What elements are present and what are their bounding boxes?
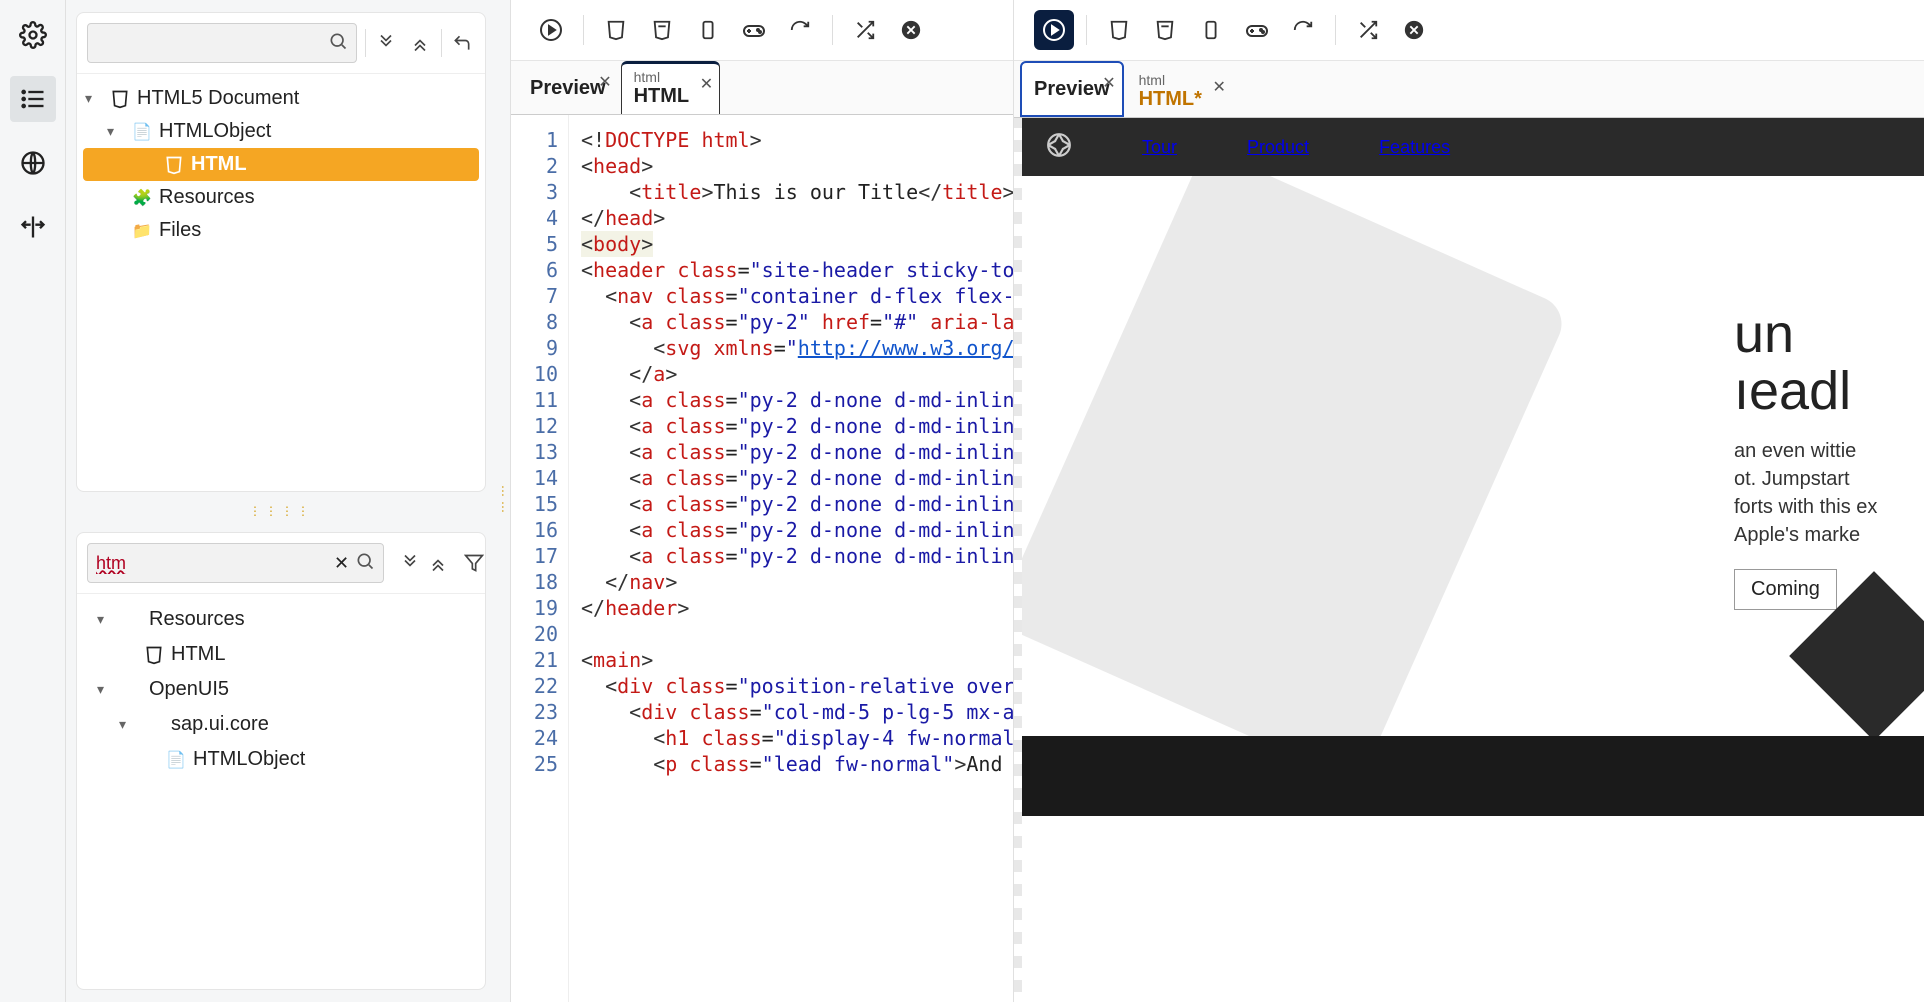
search-icon (355, 551, 375, 576)
refresh-icon[interactable] (1283, 10, 1323, 50)
tree-item[interactable]: ▾📄HTMLObject (77, 115, 485, 148)
tab[interactable]: htmlHTML*✕ (1126, 66, 1233, 117)
expand-down-icon[interactable] (400, 544, 420, 582)
dark-section (1022, 736, 1924, 816)
nav-link-product[interactable]: Product (1247, 137, 1309, 158)
hero-paragraph: an even wittieot. Jumpstartforts with th… (1734, 437, 1924, 549)
undo-icon[interactable] (449, 24, 475, 62)
gamepad-icon[interactable] (1237, 10, 1277, 50)
expand-down-icon[interactable] (374, 24, 400, 62)
preview-site-header: Tour Product Features (1022, 118, 1924, 176)
globe-icon[interactable] (10, 140, 56, 186)
preview-tabs: Preview✕htmlHTML*✕ (1014, 61, 1924, 118)
tree-item[interactable]: 🧩Resources (77, 181, 485, 214)
nav-link-features[interactable]: Features (1379, 137, 1450, 158)
tab[interactable]: Preview✕ (1020, 61, 1124, 117)
outline-item[interactable]: ▾OpenUI5 (77, 672, 485, 707)
document-tree[interactable]: ▾HTML5 Document▾📄HTMLObjectHTML🧩Resource… (77, 74, 485, 255)
tab[interactable]: htmlHTML✕ (621, 61, 721, 114)
shuffle-icon[interactable] (1348, 10, 1388, 50)
compare-icon[interactable] (10, 204, 56, 250)
outline-search-input[interactable] (96, 553, 328, 574)
tree-toolbar (77, 13, 485, 74)
tree-item[interactable]: ▾HTML5 Document (77, 82, 485, 115)
tree-search-input[interactable] (96, 33, 328, 54)
close-icon[interactable]: ✕ (1213, 77, 1226, 97)
tree-item[interactable]: HTML (83, 148, 479, 181)
html5-icon[interactable] (1099, 10, 1139, 50)
preview-toolbar (1014, 0, 1924, 61)
vertical-splitter[interactable]: ⋯⋯ (496, 0, 510, 1002)
play-icon[interactable] (1034, 10, 1074, 50)
tree-search[interactable] (87, 23, 357, 63)
device-icon[interactable] (1191, 10, 1231, 50)
hero-heading: unıeadl (1734, 306, 1924, 419)
html5-alt-icon[interactable] (642, 10, 682, 50)
outline-toolbar: ✕ (77, 533, 485, 594)
outline-item[interactable]: HTML (77, 637, 485, 672)
editor-tabs: Preview✕htmlHTML✕ (511, 61, 1013, 115)
clear-icon[interactable]: ✕ (328, 553, 355, 574)
collapse-up-icon[interactable] (407, 24, 433, 62)
close-icon[interactable] (1394, 10, 1434, 50)
settings-icon[interactable] (10, 12, 56, 58)
editor-toolbar (511, 0, 1013, 61)
code-editor[interactable]: 1234567891011121314151617181920212223242… (511, 115, 1013, 1002)
outline-item[interactable]: ▾Resources (77, 602, 485, 637)
tab[interactable]: Preview✕ (517, 61, 619, 114)
close-icon[interactable]: ✕ (1102, 73, 1115, 93)
preview-hero: unıeadl an even wittieot. Jumpstartforts… (1022, 176, 1924, 736)
left-column: ▾HTML5 Document▾📄HTMLObjectHTML🧩Resource… (66, 0, 496, 1002)
outline-search[interactable]: ✕ (87, 543, 384, 583)
horizontal-splitter[interactable]: ⋮⋮⋮⋮ (66, 504, 496, 520)
close-icon[interactable] (891, 10, 931, 50)
preview-pane: Preview✕htmlHTML*✕ Tour Product Features… (1014, 0, 1924, 1002)
tree-item[interactable]: 📁Files (77, 214, 485, 247)
outline-item[interactable]: ▾sap.ui.core (77, 707, 485, 742)
filter-icon[interactable] (464, 544, 484, 582)
shuffle-icon[interactable] (845, 10, 885, 50)
hero-cta-button[interactable]: Coming (1734, 569, 1837, 610)
search-icon (328, 31, 348, 56)
close-icon[interactable]: ✕ (598, 72, 611, 92)
refresh-icon[interactable] (780, 10, 820, 50)
collapse-up-icon[interactable] (428, 544, 448, 582)
play-icon[interactable] (531, 10, 571, 50)
device-mockup (1022, 176, 1570, 736)
nav-link-tour[interactable]: Tour (1142, 137, 1177, 158)
outline-icon[interactable] (10, 76, 56, 122)
html5-icon[interactable] (596, 10, 636, 50)
gamepad-icon[interactable] (734, 10, 774, 50)
preview-surface: Tour Product Features unıeadl an even wi… (1014, 118, 1924, 1002)
outline-tree[interactable]: ▾ResourcesHTML▾OpenUI5▾sap.ui.core📄HTMLO… (77, 594, 485, 785)
device-icon[interactable] (688, 10, 728, 50)
outline-item[interactable]: 📄HTMLObject (77, 742, 485, 777)
editor-pane: Preview✕htmlHTML✕ 1234567891011121314151… (510, 0, 1014, 1002)
html5-alt-icon[interactable] (1145, 10, 1185, 50)
aperture-icon (1046, 132, 1072, 163)
close-icon[interactable]: ✕ (700, 74, 713, 94)
nav-rail (0, 0, 66, 1002)
